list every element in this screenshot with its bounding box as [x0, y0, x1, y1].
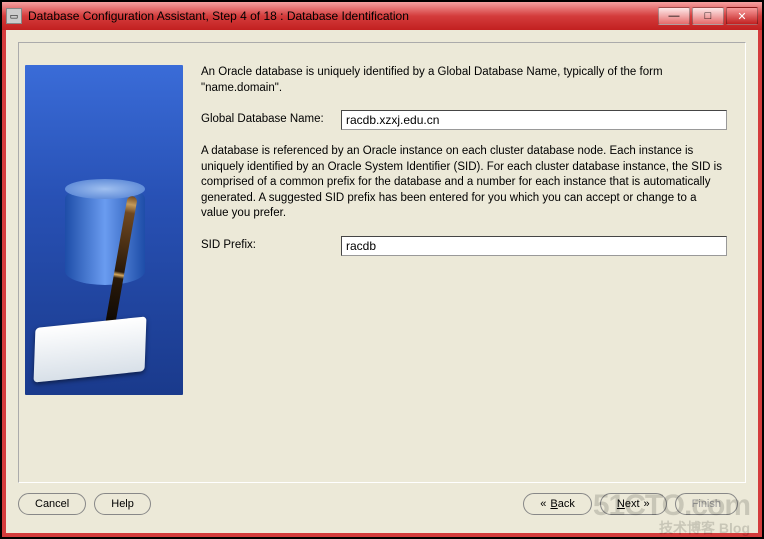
- close-button[interactable]: ✕: [726, 7, 758, 25]
- wizard-image: [25, 65, 183, 395]
- chevron-right-icon: »: [644, 498, 650, 510]
- finish-button: Finish: [675, 493, 738, 515]
- window-controls: — □ ✕: [658, 7, 758, 25]
- sid-prefix-input[interactable]: [341, 236, 727, 256]
- button-bar: Cancel Help «Back Next» Finish: [18, 487, 746, 521]
- form-area: An Oracle database is uniquely identifie…: [197, 43, 745, 482]
- sid-label: SID Prefix:: [201, 238, 341, 254]
- gdn-label: Global Database Name:: [201, 112, 341, 128]
- intro-text: An Oracle database is uniquely identifie…: [201, 65, 727, 96]
- back-button[interactable]: «Back: [523, 493, 592, 515]
- cancel-button[interactable]: Cancel: [18, 493, 86, 515]
- watermark-line2: 技术博客 Blog: [593, 521, 750, 535]
- help-button[interactable]: Help: [94, 493, 151, 515]
- tag-icon: [34, 316, 147, 382]
- global-database-name-input[interactable]: [341, 110, 727, 130]
- gdn-row: Global Database Name:: [201, 110, 727, 130]
- content-panel: An Oracle database is uniquely identifie…: [18, 42, 746, 483]
- window-frame: An Oracle database is uniquely identifie…: [2, 30, 762, 537]
- maximize-button[interactable]: □: [692, 7, 724, 25]
- sid-description: A database is referenced by an Oracle in…: [201, 144, 727, 222]
- next-button[interactable]: Next»: [600, 493, 667, 515]
- chevron-left-icon: «: [540, 498, 546, 510]
- minimize-button[interactable]: —: [658, 7, 690, 25]
- titlebar: ▭ Database Configuration Assistant, Step…: [2, 2, 762, 30]
- window-title: Database Configuration Assistant, Step 4…: [28, 9, 658, 23]
- app-icon: ▭: [6, 8, 22, 24]
- sid-row: SID Prefix:: [201, 236, 727, 256]
